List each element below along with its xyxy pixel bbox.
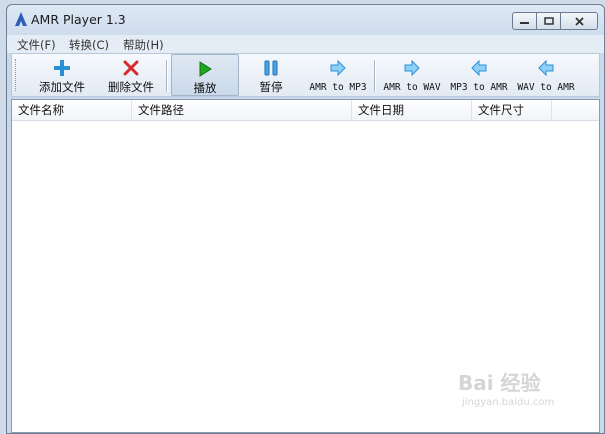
arrow-left-icon xyxy=(538,59,554,77)
window-controls xyxy=(512,12,598,30)
amr-to-mp3-label: AMR to MP3 xyxy=(309,82,367,93)
window-title: AMR Player 1.3 xyxy=(31,12,126,27)
app-logo-icon xyxy=(15,12,27,26)
close-icon xyxy=(574,16,584,26)
play-label: 播放 xyxy=(193,81,217,95)
menu-bar: 文件(F) 转换(C) 帮助(H) xyxy=(7,35,604,53)
play-button[interactable]: 播放 xyxy=(171,54,239,96)
amr-to-wav-label: AMR to WAV xyxy=(383,82,441,93)
pause-label: 暂停 xyxy=(259,80,283,94)
column-header-size[interactable]: 文件尺寸 xyxy=(472,100,552,120)
mp3-to-amr-button[interactable]: MP3 to AMR xyxy=(446,54,512,96)
mp3-to-amr-label: MP3 to AMR xyxy=(450,82,508,93)
arrow-right-icon xyxy=(404,59,420,77)
arrow-left-icon xyxy=(471,59,487,77)
amr-to-wav-button[interactable]: AMR to WAV xyxy=(378,54,446,96)
toolbar: 添加文件 删除文件 播放 暂停 AMR to MP3 AMR to WAV MP… xyxy=(11,53,600,97)
add-file-button[interactable]: 添加文件 xyxy=(26,54,98,96)
pause-icon xyxy=(264,60,278,76)
toolbar-grip[interactable] xyxy=(15,59,18,91)
pause-button[interactable]: 暂停 xyxy=(239,54,303,96)
restore-button[interactable] xyxy=(537,12,561,30)
menu-help[interactable]: 帮助(H) xyxy=(123,37,164,53)
column-header-name[interactable]: 文件名称 xyxy=(12,100,132,120)
watermark-url: jingyan.baidu.com xyxy=(462,397,555,408)
list-header: 文件名称 文件路径 文件日期 文件尺寸 xyxy=(12,100,599,121)
close-button[interactable] xyxy=(561,12,598,30)
minimize-icon xyxy=(520,21,529,24)
restore-icon xyxy=(543,17,554,25)
title-bar[interactable]: AMR Player 1.3 xyxy=(7,5,604,35)
delete-file-label: 删除文件 xyxy=(108,80,154,94)
arrow-right-icon xyxy=(330,59,346,77)
add-file-label: 添加文件 xyxy=(39,80,85,94)
plus-icon xyxy=(54,60,70,76)
menu-convert[interactable]: 转换(C) xyxy=(69,37,109,53)
menu-file[interactable]: 文件(F) xyxy=(17,37,56,53)
column-header-date[interactable]: 文件日期 xyxy=(352,100,472,120)
amr-to-mp3-button[interactable]: AMR to MP3 xyxy=(303,54,373,96)
minimize-button[interactable] xyxy=(512,12,537,30)
toolbar-separator xyxy=(166,60,168,92)
delete-file-button[interactable]: 删除文件 xyxy=(98,54,164,96)
toolbar-separator xyxy=(374,60,376,92)
column-header-path[interactable]: 文件路径 xyxy=(132,100,352,120)
watermark-brand: Bai 经验 xyxy=(458,371,541,395)
wav-to-amr-button[interactable]: WAV to AMR xyxy=(512,54,580,96)
x-icon xyxy=(123,60,139,76)
baidu-watermark: Bai 经验 jingyan.baidu.com xyxy=(458,365,578,415)
wav-to-amr-label: WAV to AMR xyxy=(517,82,575,93)
play-icon xyxy=(199,61,212,77)
